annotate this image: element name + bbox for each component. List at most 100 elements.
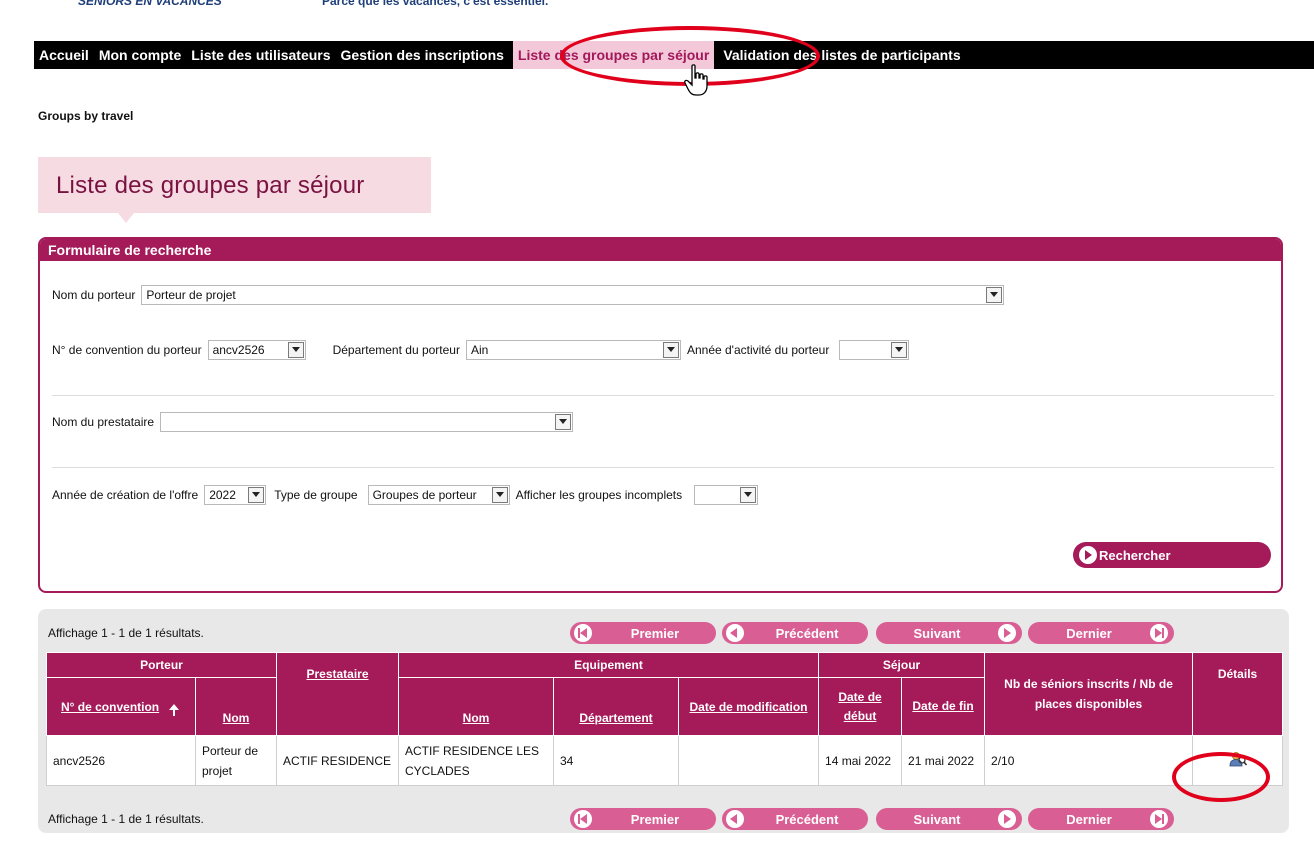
last-page-label: Dernier (1066, 625, 1112, 641)
departement-select-value: Ain (470, 343, 489, 357)
cell-nb-seniors: 2/10 (984, 735, 1194, 786)
nav-item-liste-utilisateurs[interactable]: Liste des utilisateurs (186, 41, 335, 69)
porteur-label: Nom du porteur (52, 288, 136, 302)
header-date-debut[interactable]: Date de début (818, 677, 903, 736)
breadcrumb: Groups by travel (38, 109, 134, 123)
search-button-label: Rechercher (1099, 547, 1171, 563)
header-nom-equipement[interactable]: Nom (398, 677, 554, 736)
nav-item-validation-listes[interactable]: Validation des listes de participants (718, 41, 965, 69)
header-nom-porteur[interactable]: Nom (195, 677, 277, 736)
type-groupe-label: Type de groupe (274, 488, 358, 502)
cell-date-debut: 14 mai 2022 (818, 735, 903, 786)
convention-select[interactable]: ancv2526 (207, 340, 306, 360)
incomplets-label: Afficher les groupes incomplets (515, 488, 683, 502)
type-groupe-select-value: Groupes de porteur (372, 488, 477, 502)
prestataire-select[interactable] (160, 412, 574, 432)
details-icon[interactable] (1229, 751, 1247, 767)
title-pointer (118, 213, 134, 223)
incomplets-select[interactable] (694, 485, 759, 505)
cell-departement: 34 (553, 735, 679, 786)
next-page-label: Suivant (913, 625, 961, 641)
next-page-icon (998, 810, 1016, 828)
header-convention[interactable]: N° de convention (46, 677, 196, 736)
chevron-down-icon (287, 342, 304, 358)
brand-name: SENIORS EN VACANCES (78, 0, 222, 8)
chevron-down-icon (986, 287, 1003, 303)
first-page-icon (574, 810, 592, 828)
search-form-panel: Formulaire de recherche Nom du porteur P… (38, 237, 1283, 593)
cell-convention: ancv2526 (46, 735, 196, 786)
search-form-title: Formulaire de recherche (40, 239, 1281, 261)
main-nav: Accueil Mon compte Liste des utilisateur… (34, 41, 1314, 69)
first-page-button[interactable]: Premier (570, 622, 716, 644)
header-date-modification[interactable]: Date de modification (677, 677, 820, 736)
porteur-select-value: Porteur de projet (146, 288, 236, 302)
previous-page-icon (726, 810, 744, 828)
last-page-button[interactable]: Dernier (1028, 622, 1174, 644)
last-page-button-bottom[interactable]: Dernier (1028, 808, 1174, 830)
cell-date-modification (677, 735, 820, 786)
last-page-label: Dernier (1066, 811, 1112, 827)
row-prestataire: Nom du prestataire (52, 412, 583, 432)
cell-prestataire: ACTIF RESIDENCE (276, 735, 399, 786)
cell-date-fin: 21 mai 2022 (901, 735, 986, 786)
prestataire-label: Nom du prestataire (52, 415, 155, 429)
search-button[interactable]: Rechercher (1073, 542, 1271, 568)
first-page-icon (574, 624, 592, 642)
form-separator (52, 395, 1274, 396)
previous-page-button[interactable]: Précédent (722, 622, 868, 644)
first-page-button-bottom[interactable]: Premier (570, 808, 716, 830)
last-page-icon (1150, 810, 1168, 828)
sort-up-icon (169, 704, 180, 717)
header-sejour: Séjour (818, 652, 986, 678)
top-banner: SENIORS EN VACANCES Parce que les vacanc… (0, 0, 1314, 22)
nav-item-accueil[interactable]: Accueil (34, 41, 94, 69)
porteur-select[interactable]: Porteur de projet (141, 285, 1005, 305)
hand-pointer-icon (684, 64, 708, 96)
header-porteur: Porteur (46, 652, 277, 678)
nav-item-mon-compte[interactable]: Mon compte (94, 41, 186, 69)
header-date-fin[interactable]: Date de fin (901, 677, 986, 736)
header-departement[interactable]: Département (553, 677, 679, 736)
next-page-label: Suivant (913, 811, 961, 827)
page-title-box: Liste des groupes par séjour (38, 157, 431, 213)
row-porteur: Nom du porteur Porteur de projet (52, 285, 1014, 305)
chevron-down-icon (662, 342, 679, 358)
departement-select[interactable]: Ain (465, 340, 681, 360)
first-page-label: Premier (630, 625, 680, 641)
previous-page-icon (726, 624, 744, 642)
first-page-label: Premier (630, 811, 680, 827)
table-group-header: Porteur Prestataire Equipement Séjour Nb… (46, 652, 1284, 736)
annee-activite-label: Année d'activité du porteur (686, 343, 830, 357)
row-convention: N° de convention du porteur ancv2526 Dép… (52, 340, 919, 360)
chevron-down-icon (740, 487, 757, 503)
chevron-down-icon (891, 342, 908, 358)
next-page-button-bottom[interactable]: Suivant (876, 808, 1022, 830)
nav-item-liste-groupes[interactable]: Liste des groupes par séjour (512, 41, 715, 69)
table-row: ancv2526 Porteur de projet ACTIF RESIDEN… (46, 735, 1284, 786)
next-page-icon (998, 624, 1016, 642)
chevron-down-icon (248, 487, 265, 503)
last-page-icon (1150, 624, 1168, 642)
next-page-button[interactable]: Suivant (876, 622, 1022, 644)
previous-page-button-bottom[interactable]: Précédent (722, 808, 868, 830)
previous-page-label: Précédent (775, 811, 839, 827)
convention-label: N° de convention du porteur (52, 343, 202, 357)
play-icon (1079, 546, 1097, 564)
previous-page-label: Précédent (775, 625, 839, 641)
annee-creation-label: Année de création de l'offre (52, 488, 199, 502)
convention-select-value: ancv2526 (212, 343, 265, 357)
header-equipement: Equipement (397, 652, 820, 678)
result-count: Affichage 1 - 1 de 1 résultats. (48, 626, 204, 640)
header-prestataire[interactable]: Prestataire (276, 652, 399, 736)
nav-item-gestion-inscriptions[interactable]: Gestion des inscriptions (336, 41, 509, 69)
cell-details (1192, 735, 1284, 786)
results-table: Porteur Prestataire Equipement Séjour Nb… (46, 652, 1284, 786)
annee-creation-select-value: 2022 (209, 488, 236, 502)
type-groupe-select[interactable]: Groupes de porteur (367, 485, 510, 505)
form-separator (52, 467, 1274, 468)
departement-label: Département du porteur (332, 343, 460, 357)
annee-activite-select[interactable] (839, 340, 910, 360)
annee-creation-select[interactable]: 2022 (204, 485, 267, 505)
header-nb-seniors: Nb de séniors inscrits / Nb de places di… (984, 652, 1194, 736)
